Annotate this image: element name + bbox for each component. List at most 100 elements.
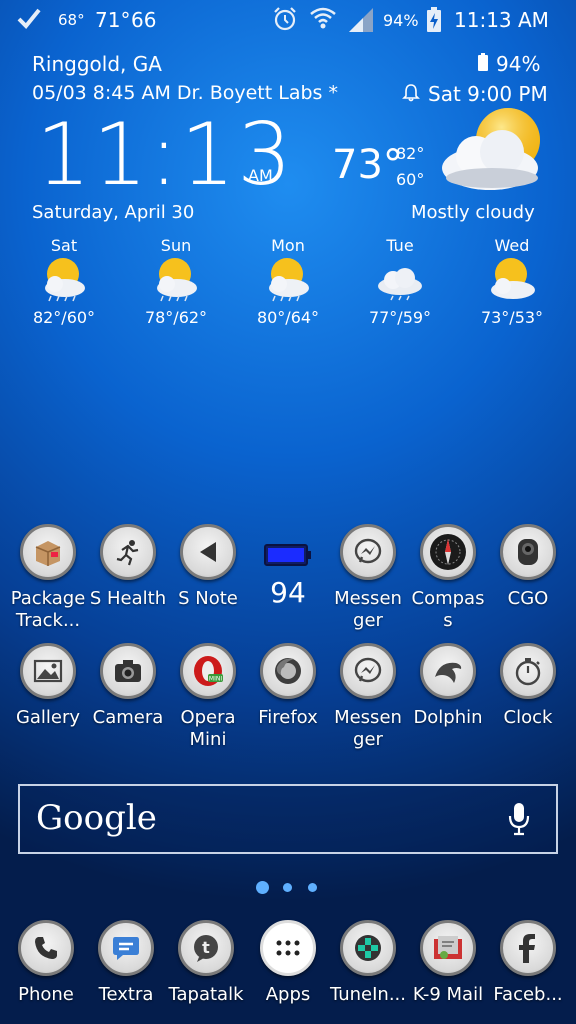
partly-cloudy-icon[interactable] xyxy=(440,104,550,200)
dock-tapatalk[interactable]: t Tapatalk xyxy=(162,920,250,1006)
app-opera-mini[interactable]: MINI Opera Mini xyxy=(164,643,252,751)
dock-phone[interactable]: Phone xyxy=(2,920,90,1006)
calendar-event[interactable]: 05/03 8:45 AM Dr. Boyett Labs * xyxy=(32,82,338,104)
app-label: Apps xyxy=(265,984,311,1005)
app-label: Tapatalk xyxy=(168,984,244,1005)
phone-icon xyxy=(18,920,74,976)
dock-facebook[interactable]: Faceb... xyxy=(484,920,572,1006)
google-search-bar[interactable]: Google xyxy=(18,784,558,854)
app-camera[interactable]: Camera xyxy=(84,643,172,729)
app-label: Faceb... xyxy=(493,984,563,1005)
app-label: Camera xyxy=(92,707,164,728)
forecast-tue[interactable]: Tue 77°/59° xyxy=(360,236,440,327)
forecast-day-label: Sat xyxy=(50,236,78,255)
app-label: Messen ger xyxy=(334,588,402,631)
alarm-bell-icon xyxy=(402,84,420,106)
app-messenger-2[interactable]: Messen ger xyxy=(324,643,412,751)
forecast-temps: 77°/59° xyxy=(368,308,432,327)
chat-bubble-icon xyxy=(98,920,154,976)
forecast-day-label: Wed xyxy=(494,236,530,255)
forecast-wed[interactable]: Wed 73°/53° xyxy=(472,236,552,327)
cloud-rain-icon xyxy=(378,268,422,301)
widget-battery-percent: 94% xyxy=(496,52,541,76)
microphone-icon[interactable] xyxy=(508,802,530,840)
signal-icon xyxy=(347,8,375,37)
app-messenger[interactable]: Messen ger xyxy=(324,524,412,632)
tapatalk-icon: t xyxy=(178,920,234,976)
page-indicator[interactable] xyxy=(283,883,292,892)
pen-arrow-icon xyxy=(180,524,236,580)
next-alarm[interactable]: Sat 9:00 PM xyxy=(428,82,548,106)
app-package-tracker[interactable]: Package Track... xyxy=(4,524,92,632)
app-dolphin[interactable]: Dolphin xyxy=(404,643,492,729)
location-label: Ringgold, GA xyxy=(32,52,162,76)
forecast-temps: 78°/62° xyxy=(144,308,208,327)
app-s-health[interactable]: S Health xyxy=(84,524,172,610)
messenger-icon xyxy=(340,524,396,580)
app-label: Compas s xyxy=(411,588,485,631)
app-clock[interactable]: Clock xyxy=(484,643,572,729)
forecast-day-label: Tue xyxy=(386,236,414,255)
battery-charging-icon xyxy=(426,7,442,38)
wifi-icon xyxy=(309,5,337,36)
app-label: Firefox xyxy=(258,707,318,728)
app-label: Textra xyxy=(98,984,154,1005)
app-label: S Note xyxy=(178,588,238,609)
dock-tunein[interactable]: TuneIn... xyxy=(324,920,412,1006)
opera-mini-icon: MINI xyxy=(180,643,236,699)
package-icon xyxy=(20,524,76,580)
forecast-day-label: Sun xyxy=(160,236,192,255)
gallery-icon xyxy=(20,643,76,699)
app-compass[interactable]: Compas s xyxy=(404,524,492,632)
app-gallery[interactable]: Gallery xyxy=(4,643,92,729)
condition-label: Mostly cloudy xyxy=(411,202,535,223)
app-label: K-9 Mail xyxy=(412,984,484,1005)
app-cgo[interactable]: CGO xyxy=(484,524,572,610)
forecast-day-label: Mon xyxy=(271,236,305,255)
svg-text:MINI: MINI xyxy=(209,675,222,682)
low-temperature: 60° xyxy=(396,170,425,189)
app-label: Gallery xyxy=(15,707,81,728)
google-logo: Google xyxy=(36,798,157,838)
status-temp-2: 71° xyxy=(95,8,131,32)
app-label: Clock xyxy=(503,707,553,728)
k9-mail-icon xyxy=(420,920,476,976)
app-label: Dolphin xyxy=(413,707,483,728)
app-label: Messen ger xyxy=(334,707,402,750)
partly-cloudy-rain-icon xyxy=(45,258,85,302)
dock-k9-mail[interactable]: K-9 Mail xyxy=(404,920,492,1006)
app-firefox[interactable]: Firefox xyxy=(244,643,332,729)
dock-textra[interactable]: Textra xyxy=(82,920,170,1006)
battery-widget[interactable] xyxy=(264,543,312,571)
current-temperature[interactable]: 73° xyxy=(332,142,403,188)
app-label: Phone xyxy=(18,984,74,1005)
apps-grid-icon xyxy=(260,920,316,976)
battery-widget-value: 94 xyxy=(270,576,306,609)
tunein-icon xyxy=(340,920,396,976)
stopwatch-icon xyxy=(500,643,556,699)
forecast-mon[interactable]: Mon 80°/64° xyxy=(248,236,328,327)
running-person-icon xyxy=(100,524,156,580)
forecast-sat[interactable]: Sat 82°/60° xyxy=(24,236,104,327)
forecast-sun[interactable]: Sun 78°/62° xyxy=(136,236,216,327)
app-s-note[interactable]: S Note xyxy=(164,524,252,610)
messenger-icon xyxy=(340,643,396,699)
firefox-icon xyxy=(260,643,316,699)
status-battery-percent: 94% xyxy=(383,11,419,30)
app-label: Package Track... xyxy=(10,588,86,631)
app-label: Opera Mini xyxy=(180,707,236,750)
dolphin-icon xyxy=(420,643,476,699)
alarm-clock-icon xyxy=(272,6,298,37)
page-indicator[interactable] xyxy=(308,883,317,892)
page-indicator-active[interactable] xyxy=(256,881,269,894)
widget-battery-icon xyxy=(478,52,488,76)
svg-text:t: t xyxy=(202,938,210,957)
app-label: S Health xyxy=(89,588,167,609)
widget-clock[interactable]: 11:13 xyxy=(36,112,294,198)
dock-apps[interactable]: Apps xyxy=(244,920,332,1006)
partly-cloudy-rain-icon xyxy=(157,258,197,302)
checkmark-icon xyxy=(16,6,42,35)
partly-cloudy-icon xyxy=(491,258,535,299)
status-time: 11:13 AM xyxy=(454,8,549,32)
status-count: 66 xyxy=(131,8,157,32)
